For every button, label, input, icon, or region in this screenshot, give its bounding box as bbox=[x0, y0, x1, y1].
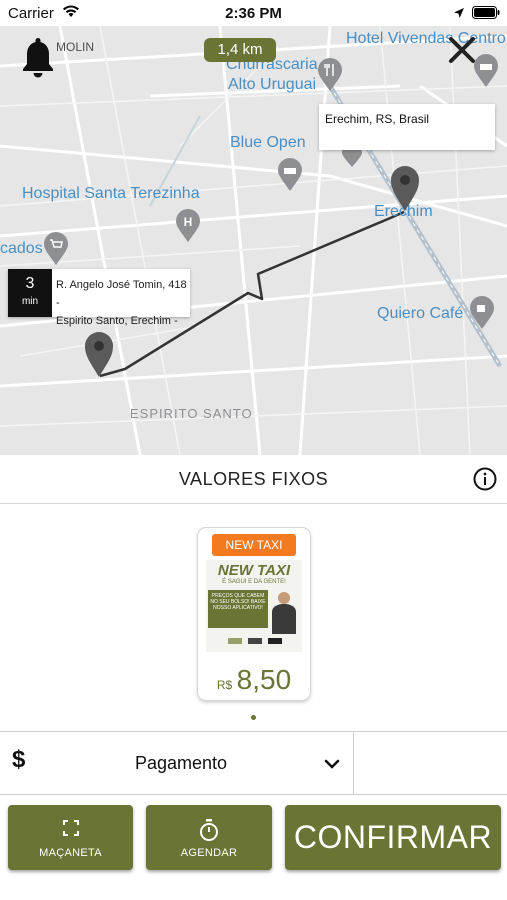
notifications-bell-icon[interactable] bbox=[20, 36, 56, 83]
price-value: 8,50 bbox=[236, 664, 292, 695]
shopping-cart-icon bbox=[44, 232, 68, 265]
clock: 2:36 PM bbox=[225, 5, 282, 22]
eta-box: 3 min bbox=[8, 269, 52, 317]
macaneta-label: MAÇANETA bbox=[39, 847, 102, 859]
fixed-values-header: VALORES FIXOS bbox=[0, 455, 507, 504]
tariff-promo-image: NEW TAXI É SAGUI E DA GENTE! PREÇOS QUE … bbox=[206, 560, 302, 652]
battery-icon bbox=[472, 6, 500, 24]
poi-espirito-santo: ESPIRITO SANTO bbox=[130, 406, 253, 421]
tariff-carousel[interactable]: NEW TAXI NEW TAXI É SAGUI E DA GENTE! PR… bbox=[0, 504, 507, 730]
hospital-icon: H bbox=[176, 209, 200, 242]
tariff-tag: NEW TAXI bbox=[212, 534, 296, 556]
poi-hospital: Hospital Santa Terezinha bbox=[22, 185, 200, 202]
schedule-button[interactable]: AGENDAR bbox=[146, 805, 272, 870]
origin-address-line1: R. Angelo José Tomin, 418 - bbox=[56, 279, 187, 309]
confirm-label: CONFIRMAR bbox=[293, 819, 493, 855]
origin-callout[interactable]: 3 min R. Angelo José Tomin, 418 - Espiri… bbox=[8, 269, 190, 327]
schedule-label: AGENDAR bbox=[180, 847, 238, 859]
hotel-icon bbox=[278, 158, 302, 191]
tariff-price: R$ 8,50 bbox=[198, 664, 310, 696]
payment-label: Pagamento bbox=[135, 753, 228, 773]
dollar-icon: $ bbox=[12, 746, 26, 773]
poi-hotel: Hotel Vivendas Centro bbox=[346, 30, 506, 47]
promo-logos bbox=[228, 638, 282, 644]
tariff-card[interactable]: NEW TAXI NEW TAXI É SAGUI E DA GENTE! PR… bbox=[198, 528, 310, 700]
section-title: VALORES FIXOS bbox=[178, 469, 329, 489]
chevron-down-icon[interactable] bbox=[324, 756, 340, 774]
carousel-page-indicator bbox=[251, 715, 256, 720]
promo-banner: PREÇOS QUE CABEM NO SEU BOLSO! BAIXE NOS… bbox=[208, 590, 268, 628]
payment-selector[interactable]: $ Pagamento bbox=[0, 731, 507, 795]
eta-value: 3 bbox=[25, 275, 35, 292]
close-icon[interactable] bbox=[448, 36, 476, 69]
macaneta-button[interactable]: MAÇANETA bbox=[8, 805, 133, 870]
location-arrow-icon bbox=[453, 6, 465, 24]
confirm-button[interactable]: CONFIRMAR bbox=[285, 805, 501, 870]
poi-blue-open: Blue Open bbox=[230, 134, 306, 151]
info-icon[interactable] bbox=[473, 467, 497, 496]
status-bar: Carrier 2:36 PM bbox=[0, 0, 507, 26]
destination-pin-icon bbox=[391, 166, 419, 211]
distance-badge: 1,4 km bbox=[204, 38, 276, 62]
origin-pin-icon bbox=[85, 332, 113, 377]
map-view[interactable]: Hotel Vivendas Centro MOLIN Churrascaria… bbox=[0, 26, 507, 455]
cafe-icon bbox=[470, 296, 494, 329]
origin-address-line2: Espirito Santo, Erechim - bbox=[56, 315, 178, 327]
payment-divider bbox=[353, 732, 354, 794]
eta-unit: min bbox=[21, 296, 39, 307]
poi-alto-uruguai: Alto Uruguai bbox=[228, 76, 317, 93]
svg-text:H: H bbox=[184, 215, 193, 229]
expand-icon bbox=[62, 819, 80, 842]
price-currency: R$ bbox=[216, 678, 233, 692]
promo-person-image bbox=[272, 592, 296, 634]
promo-subtitle: É SAGUI E DA GENTE! bbox=[222, 579, 286, 585]
hotel-icon bbox=[474, 54, 498, 87]
destination-address: Erechim, RS, Brasil bbox=[325, 112, 430, 126]
promo-title: NEW TAXI bbox=[217, 562, 291, 579]
origin-address: R. Angelo José Tomin, 418 - Espirito San… bbox=[56, 276, 188, 330]
restaurant-icon bbox=[318, 58, 342, 91]
poi-quiero-cafe: Quiero Café bbox=[377, 305, 464, 322]
stopwatch-icon bbox=[199, 819, 219, 846]
poi-molin: MOLIN bbox=[56, 40, 95, 54]
poi-mercados: cados bbox=[0, 240, 43, 257]
destination-callout[interactable]: Erechim, RS, Brasil bbox=[319, 104, 495, 150]
